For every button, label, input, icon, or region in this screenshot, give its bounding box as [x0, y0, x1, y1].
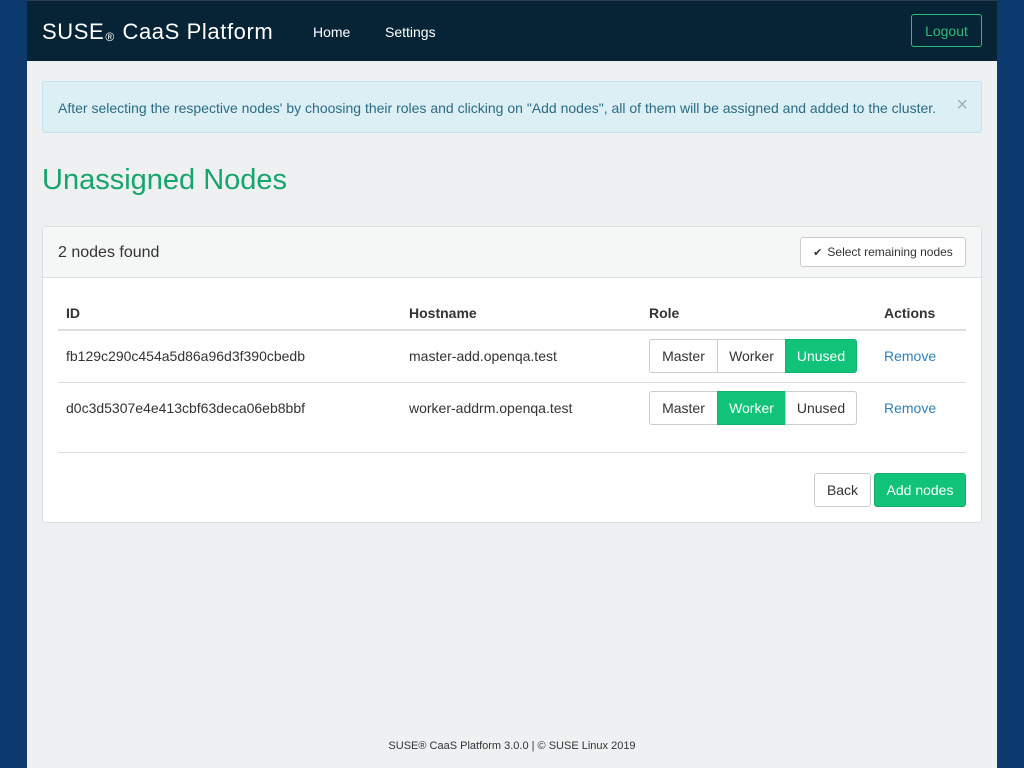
footer: SUSE® CaaS Platform 3.0.0 | © SUSE Linux… [388, 740, 636, 752]
brand-logo[interactable]: SUSE® CaaS Platform [42, 19, 273, 45]
role-selector: Master Worker Unused [649, 339, 857, 373]
add-nodes-button[interactable]: Add nodes [874, 473, 966, 507]
table-bottom-divider [58, 452, 966, 453]
back-button[interactable]: Back [814, 473, 871, 507]
brand-product: CaaS Platform [122, 19, 274, 44]
page-title: Unassigned Nodes [42, 164, 288, 196]
node-id: d0c3d5307e4e413cbf63deca06eb8bbf [66, 400, 306, 416]
node-hostname: master-add.openqa.test [409, 348, 557, 364]
role-master-button[interactable]: Master [649, 339, 718, 373]
nav-home-link[interactable]: Home [313, 24, 350, 40]
column-header-hostname: Hostname [409, 305, 477, 321]
table-row: d0c3d5307e4e413cbf63deca06eb8bbf worker-… [58, 382, 966, 433]
role-selector: Master Worker Unused [649, 391, 857, 425]
registered-mark: ® [105, 30, 115, 44]
panel-header: 2 nodes found ✔ Select remaining nodes [43, 227, 981, 278]
select-remaining-button[interactable]: ✔ Select remaining nodes [800, 237, 966, 267]
node-id: fb129c290c454a5d86a96d3f390cbedb [66, 348, 306, 364]
alert-message: After selecting the respective nodes' by… [58, 100, 937, 116]
check-icon: ✔ [813, 246, 823, 259]
column-header-id: ID [66, 305, 80, 321]
node-hostname: worker-addrm.openqa.test [409, 400, 573, 416]
brand-name: SUSE [42, 19, 105, 44]
select-remaining-label: Select remaining nodes [827, 245, 953, 259]
page: SUSE® CaaS Platform Home Settings Logout… [27, 0, 997, 768]
role-unused-button[interactable]: Unused [785, 391, 857, 425]
role-unused-button[interactable]: Unused [785, 339, 857, 373]
nodes-panel: 2 nodes found ✔ Select remaining nodes I… [42, 226, 982, 523]
table-row: fb129c290c454a5d86a96d3f390cbedb master-… [58, 331, 966, 382]
nodes-found-count: 2 nodes found [58, 244, 160, 261]
close-icon[interactable]: × [956, 95, 968, 115]
navbar: SUSE® CaaS Platform Home Settings Logout [27, 0, 997, 61]
column-header-role: Role [649, 305, 680, 321]
role-worker-button[interactable]: Worker [717, 339, 786, 373]
info-alert: After selecting the respective nodes' by… [42, 81, 982, 133]
column-header-actions: Actions [884, 305, 936, 321]
remove-link[interactable]: Remove [884, 400, 936, 416]
role-worker-button[interactable]: Worker [717, 391, 786, 425]
role-master-button[interactable]: Master [649, 391, 718, 425]
remove-link[interactable]: Remove [884, 348, 936, 364]
logout-button[interactable]: Logout [911, 14, 982, 47]
nav-settings-link[interactable]: Settings [385, 24, 436, 40]
